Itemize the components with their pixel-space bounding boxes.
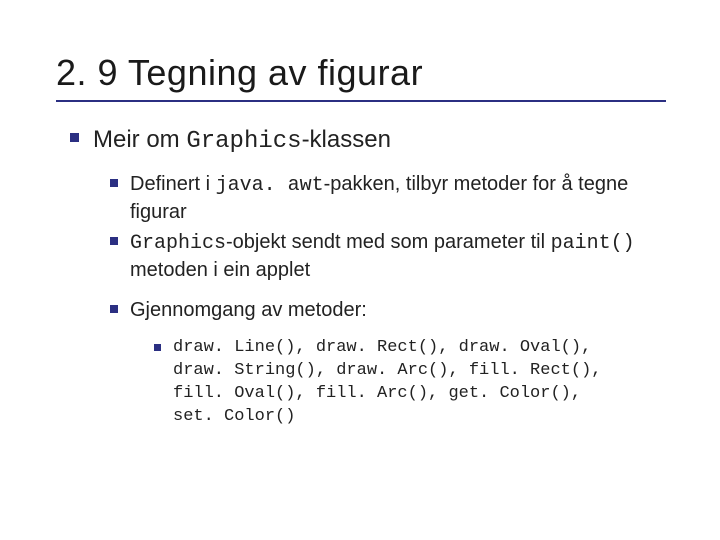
text-segment: Gjennomgang av metoder: [130, 299, 367, 321]
title-underline [56, 100, 666, 102]
square-bullet-icon [70, 133, 79, 142]
code-list: draw. Line(), draw. Rect(), draw. Oval()… [173, 337, 613, 429]
slide: 2. 9 Tegning av figurar Meir om Graphics… [0, 0, 720, 540]
code-segment: Graphics [130, 232, 226, 255]
code-segment: Graphics [186, 128, 301, 155]
bullet-text: Meir om Graphics-klassen [93, 124, 391, 157]
bullet-level-3: draw. Line(), draw. Rect(), draw. Oval()… [154, 337, 670, 429]
square-bullet-icon [110, 305, 118, 313]
bullet-text: Gjennomgang av metoder: [130, 297, 367, 323]
bullet-text: Definert i java. awt-pakken, tilbyr meto… [130, 171, 670, 225]
bullet-level-2: Gjennomgang av metoder: [110, 297, 670, 323]
square-bullet-icon [154, 344, 161, 351]
text-segment: -klassen [302, 126, 391, 153]
text-segment: metoden i ein applet [130, 259, 310, 281]
code-segment: paint() [551, 232, 635, 255]
text-segment: -objekt sendt med som parameter til [226, 231, 551, 253]
bullet-text: Graphics-objekt sendt med som parameter … [130, 229, 670, 283]
bullet-level-2: Definert i java. awt-pakken, tilbyr meto… [110, 171, 670, 225]
text-segment: Definert i [130, 173, 216, 195]
square-bullet-icon [110, 237, 118, 245]
code-segment: java. awt [216, 174, 324, 197]
slide-title: 2. 9 Tegning av figurar [56, 52, 670, 94]
bullet-level-1: Meir om Graphics-klassen [70, 124, 670, 157]
square-bullet-icon [110, 179, 118, 187]
bullet-level-2: Graphics-objekt sendt med som parameter … [110, 229, 670, 283]
text-segment: Meir om [93, 126, 186, 153]
